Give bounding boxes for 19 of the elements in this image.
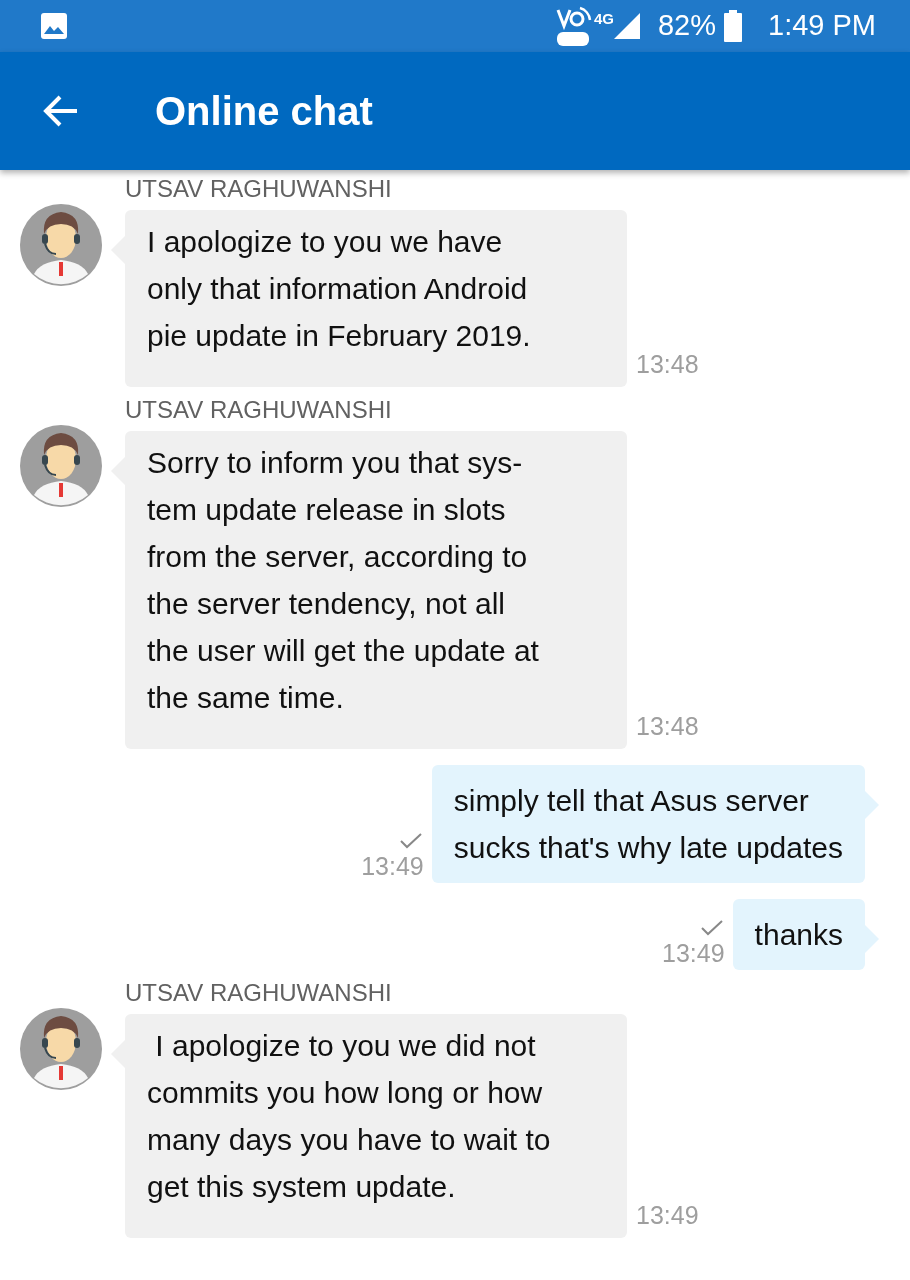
sender-name: UTSAV RAGHUWANSHI <box>125 978 393 1008</box>
bubble-tail <box>865 791 879 819</box>
check-icon <box>399 833 422 849</box>
image-icon <box>40 12 68 40</box>
sender-name: UTSAV RAGHUWANSHI <box>125 395 393 425</box>
message-time: 13:49 <box>361 851 424 881</box>
screen-title: Online chat <box>155 88 373 135</box>
message-time: 13:49 <box>636 1199 699 1231</box>
message-time: 13:48 <box>636 348 699 380</box>
bubble-tail <box>865 925 879 953</box>
battery-level: 82% <box>657 8 716 44</box>
back-arrow-icon[interactable] <box>43 94 79 128</box>
network-type: 4G <box>593 9 614 29</box>
sender-name: UTSAV RAGHUWANSHI <box>125 174 393 204</box>
message-time: 13:49 <box>662 938 725 968</box>
battery-icon <box>724 10 742 42</box>
message-time: 13:48 <box>636 710 699 742</box>
check-icon <box>700 920 723 936</box>
clock: 1:49 PM <box>768 8 876 44</box>
